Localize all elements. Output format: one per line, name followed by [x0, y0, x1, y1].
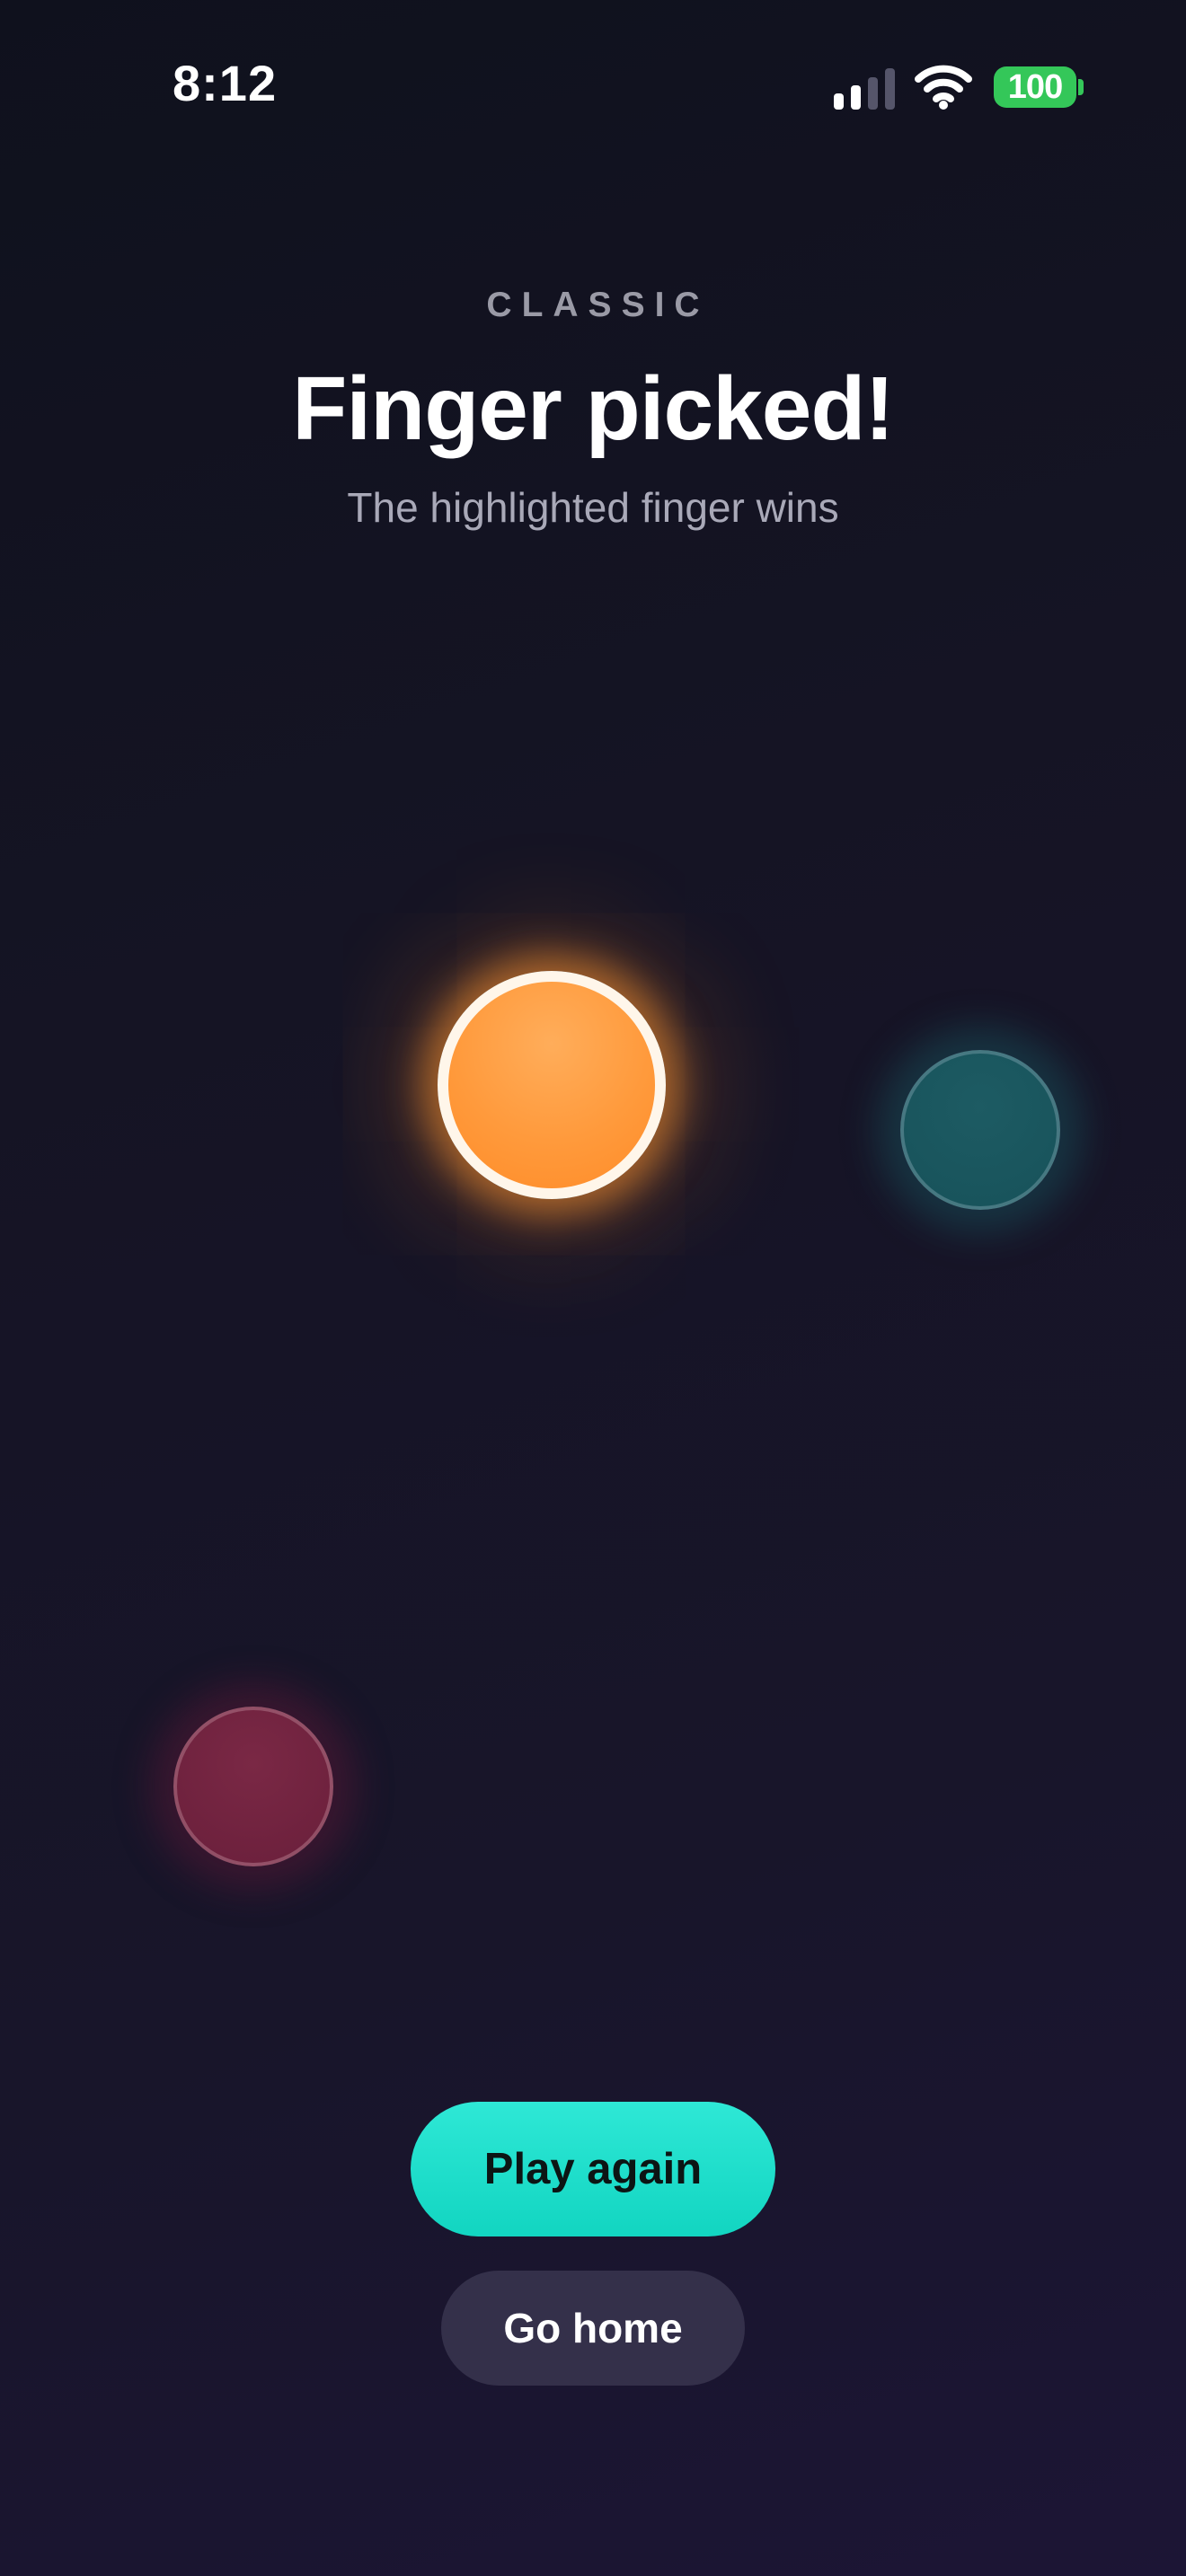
page-subtitle: The highlighted finger wins	[347, 484, 839, 531]
play-again-button[interactable]: Play again	[411, 2102, 775, 2236]
battery-icon: 100	[994, 66, 1076, 108]
finger-circle-red	[173, 1707, 333, 1866]
mode-label: CLASSIC	[486, 286, 710, 324]
battery-tip	[1078, 79, 1084, 95]
battery-level: 100	[1007, 67, 1063, 106]
wifi-icon	[915, 65, 972, 110]
page-title: Finger picked!	[292, 358, 894, 459]
finger-circle-teal	[900, 1050, 1060, 1210]
go-home-button[interactable]: Go home	[441, 2271, 745, 2386]
status-time: 8:12	[173, 55, 278, 111]
cellular-signal-icon	[834, 68, 895, 110]
finger-circle-winner	[438, 971, 666, 1199]
status-bar: 8:12 100	[0, 0, 1186, 162]
